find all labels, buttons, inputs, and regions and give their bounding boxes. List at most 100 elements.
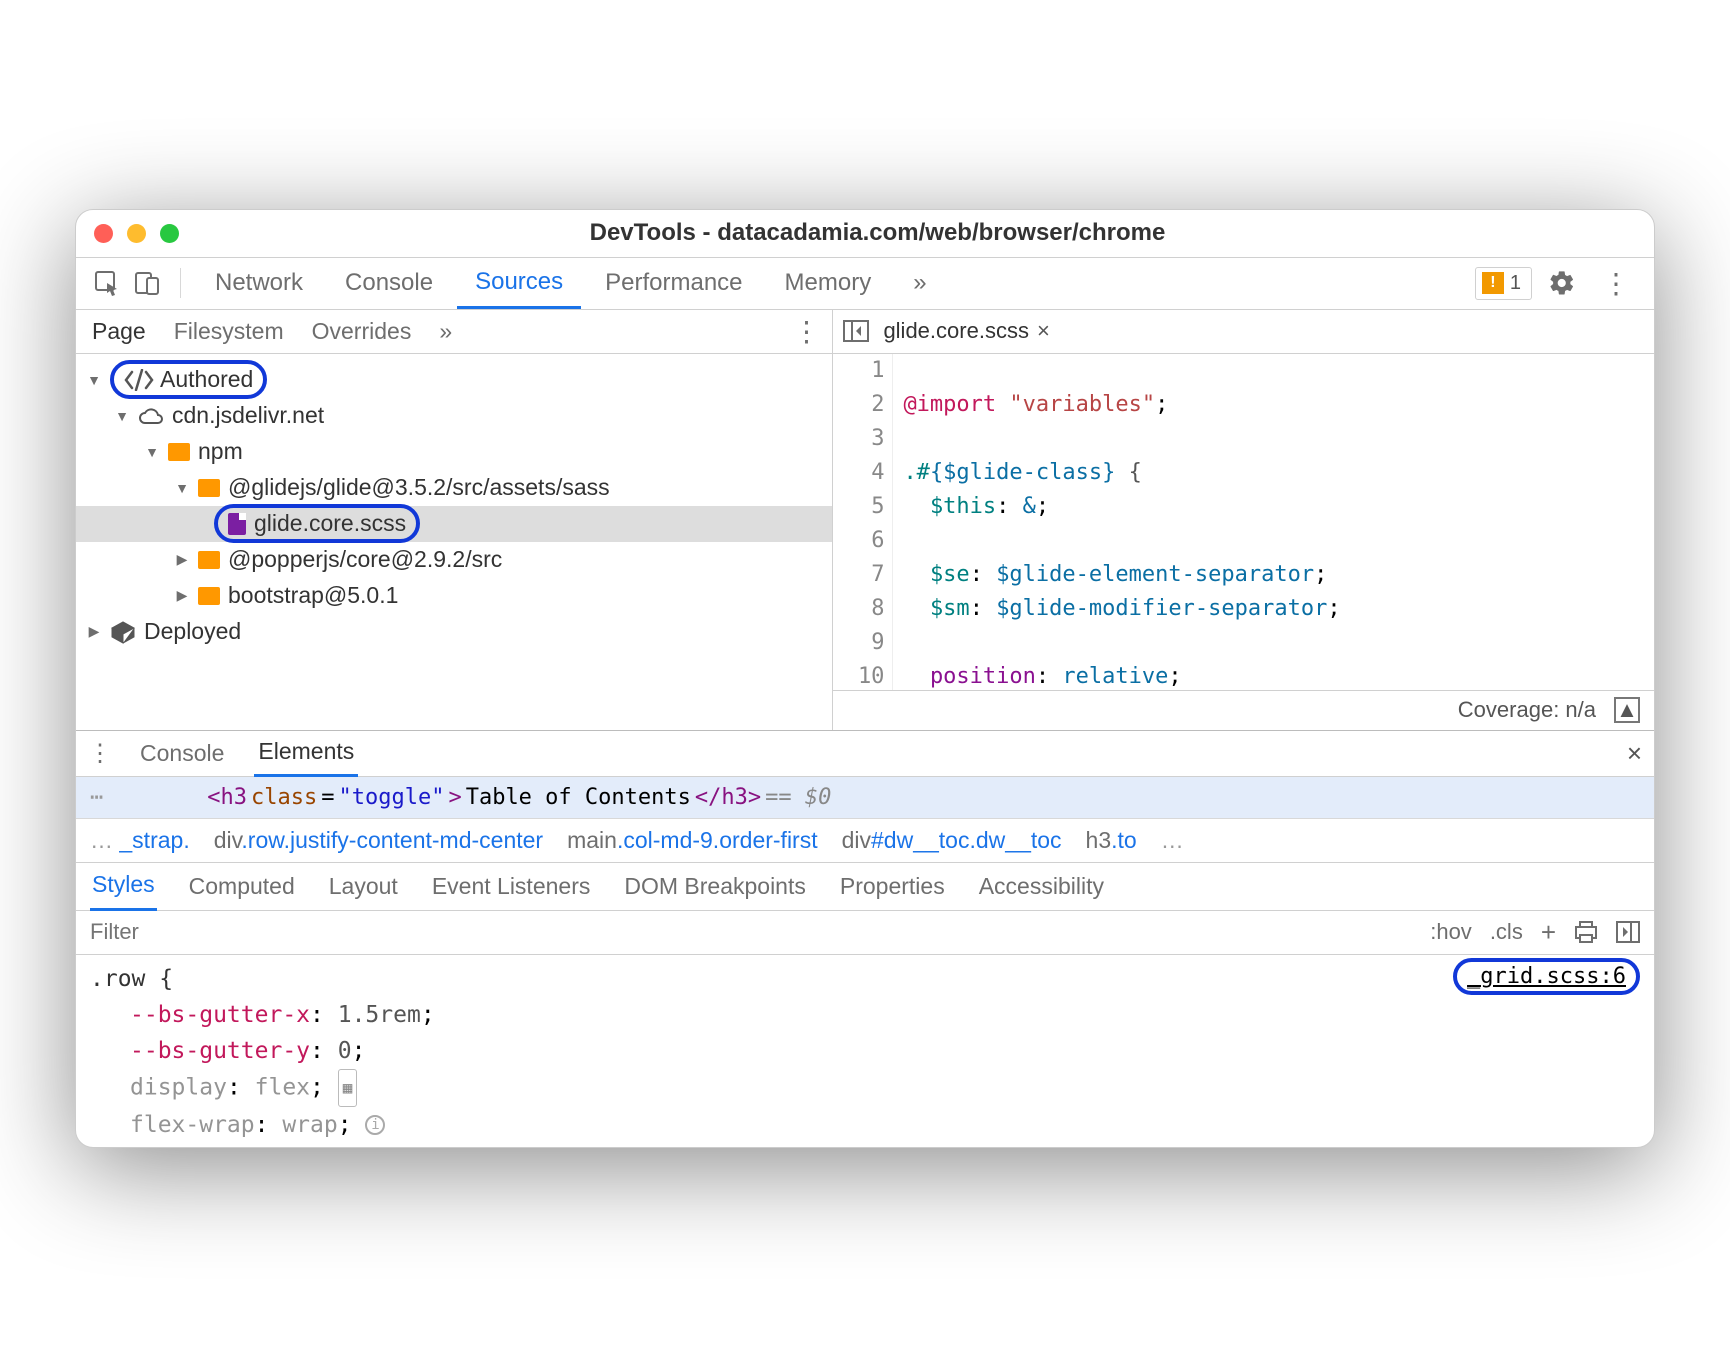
styles-tab-event-listeners[interactable]: Event Listeners bbox=[430, 863, 593, 910]
styles-filter-input[interactable] bbox=[90, 919, 1412, 945]
disclosure-icon bbox=[86, 372, 102, 388]
breadcrumb-item[interactable]: div#dw__toc.dw__toc bbox=[842, 827, 1062, 854]
tree-domain-cdn[interactable]: cdn.jsdelivr.net bbox=[76, 398, 832, 434]
navigator-tab-filesystem[interactable]: Filesystem bbox=[170, 310, 288, 353]
tree-folder-glidejs[interactable]: @glidejs/glide@3.5.2/src/assets/sass bbox=[76, 470, 832, 506]
folder-icon bbox=[198, 551, 220, 569]
toggle-navigator-icon[interactable] bbox=[843, 320, 869, 342]
warnings-badge[interactable]: ! 1 bbox=[1475, 267, 1532, 300]
disclosure-icon bbox=[174, 551, 190, 568]
tab-sources[interactable]: Sources bbox=[457, 258, 581, 309]
drawer-menu-icon[interactable]: ⋮ bbox=[88, 739, 110, 768]
drawer: ⋮ Console Elements × ⋯ <h3 class="toggle… bbox=[76, 730, 1654, 1147]
css-prop-value[interactable]: 1.5rem bbox=[338, 1002, 421, 1028]
close-tab-icon[interactable]: × bbox=[1037, 318, 1050, 344]
breadcrumb-item[interactable]: div.row.justify-content-md-center bbox=[214, 827, 543, 854]
navigator-menu-icon[interactable]: ⋮ bbox=[792, 315, 820, 348]
device-toolbar-icon[interactable] bbox=[130, 266, 164, 300]
popper-label: @popperjs/core@2.9.2/src bbox=[228, 546, 502, 573]
tab-performance[interactable]: Performance bbox=[587, 259, 760, 307]
disclosure-icon bbox=[174, 587, 190, 604]
deployed-label: Deployed bbox=[144, 618, 241, 645]
styles-tab-dom-breakpoints[interactable]: DOM Breakpoints bbox=[622, 863, 808, 910]
inspect-icon[interactable] bbox=[90, 266, 124, 300]
flex-badge-icon[interactable]: ▦ bbox=[338, 1069, 358, 1107]
elements-selected-line[interactable]: ⋯ <h3 class="toggle">Table of Contents</… bbox=[76, 777, 1654, 819]
tab-network[interactable]: Network bbox=[197, 259, 321, 307]
main-toolbar: Network Console Sources Performance Memo… bbox=[76, 258, 1654, 310]
styles-tab-layout[interactable]: Layout bbox=[327, 863, 400, 910]
toggle-sidebar-icon[interactable] bbox=[1616, 921, 1640, 943]
tree-file-glide-core[interactable]: glide.core.scss bbox=[76, 506, 832, 542]
css-prop-name[interactable]: flex-wrap bbox=[130, 1112, 255, 1138]
file-tree: Authored cdn.jsdelivr.net npm @glidejs/ bbox=[76, 354, 832, 658]
titlebar: DevTools - datacadamia.com/web/browser/c… bbox=[76, 210, 1654, 258]
drawer-tab-console[interactable]: Console bbox=[136, 731, 228, 776]
css-prop-name[interactable]: --bs-gutter-y bbox=[130, 1038, 310, 1064]
info-icon[interactable]: i bbox=[365, 1115, 385, 1135]
navigator-tabs-overflow[interactable]: » bbox=[435, 310, 456, 353]
breadcrumb-more[interactable]: … bbox=[1161, 827, 1184, 854]
tree-folder-popper[interactable]: @popperjs/core@2.9.2/src bbox=[76, 542, 832, 578]
code-editor[interactable]: 1234567891011 @import "variables"; .#{$g… bbox=[833, 354, 1654, 690]
navigator-tab-page[interactable]: Page bbox=[88, 310, 150, 353]
drawer-tab-elements[interactable]: Elements bbox=[254, 729, 358, 777]
elements-ellipsis-icon[interactable]: ⋯ bbox=[90, 785, 103, 810]
style-rule[interactable]: _grid.scss:6 .row { --bs-gutter-x: 1.5re… bbox=[76, 955, 1654, 1147]
hov-toggle[interactable]: :hov bbox=[1430, 919, 1472, 945]
file-tab-glide-core[interactable]: glide.core.scss × bbox=[883, 318, 1049, 344]
breadcrumb-item[interactable]: … _strap. bbox=[90, 827, 190, 854]
styles-tabs: Styles Computed Layout Event Listeners D… bbox=[76, 863, 1654, 911]
disclosure-icon bbox=[144, 444, 160, 460]
settings-icon[interactable] bbox=[1538, 269, 1586, 297]
tree-folder-npm[interactable]: npm bbox=[76, 434, 832, 470]
css-prop-value[interactable]: 0 bbox=[338, 1038, 352, 1064]
close-window-button[interactable] bbox=[94, 224, 113, 243]
npm-label: npm bbox=[198, 438, 243, 465]
styles-toolbar: :hov .cls + bbox=[76, 911, 1654, 955]
file-icon bbox=[228, 513, 246, 535]
styles-tab-styles[interactable]: Styles bbox=[90, 861, 157, 911]
warning-icon: ! bbox=[1482, 272, 1504, 294]
tree-folder-bootstrap[interactable]: bootstrap@5.0.1 bbox=[76, 578, 832, 614]
disclosure-icon bbox=[86, 623, 102, 640]
rule-selector: .row { bbox=[90, 961, 1640, 997]
cube-icon bbox=[110, 620, 136, 644]
css-prop-value[interactable]: flex bbox=[255, 1074, 310, 1100]
navigator-pane: Page Filesystem Overrides » ⋮ Authored bbox=[76, 310, 833, 730]
cloud-icon bbox=[138, 406, 164, 426]
elements-breadcrumb: … _strap. div.row.justify-content-md-cen… bbox=[76, 819, 1654, 863]
styles-tab-properties[interactable]: Properties bbox=[838, 863, 947, 910]
css-prop-value[interactable]: wrap bbox=[282, 1112, 337, 1138]
new-style-rule-icon[interactable]: + bbox=[1541, 917, 1556, 948]
tab-console[interactable]: Console bbox=[327, 259, 451, 307]
close-drawer-icon[interactable]: × bbox=[1627, 738, 1642, 769]
styles-tab-accessibility[interactable]: Accessibility bbox=[977, 863, 1106, 910]
styles-tab-computed[interactable]: Computed bbox=[187, 863, 297, 910]
coverage-label: Coverage: n/a bbox=[1458, 697, 1596, 723]
navigator-tab-overrides[interactable]: Overrides bbox=[308, 310, 416, 353]
breadcrumb-item[interactable]: main.col-md-9.order-first bbox=[567, 827, 818, 854]
glide-file-label: glide.core.scss bbox=[254, 510, 406, 537]
css-prop-name[interactable]: display bbox=[130, 1074, 227, 1100]
rule-source-link[interactable]: _grid.scss:6 bbox=[1453, 959, 1640, 995]
devtools-window: DevTools - datacadamia.com/web/browser/c… bbox=[75, 209, 1655, 1148]
disclosure-icon bbox=[174, 480, 190, 496]
window-title: DevTools - datacadamia.com/web/browser/c… bbox=[119, 219, 1636, 247]
folder-icon bbox=[168, 443, 190, 461]
kebab-menu-icon[interactable]: ⋮ bbox=[1592, 267, 1640, 300]
tab-memory[interactable]: Memory bbox=[767, 259, 890, 307]
tree-group-deployed[interactable]: Deployed bbox=[76, 614, 832, 650]
cdn-label: cdn.jsdelivr.net bbox=[172, 402, 324, 429]
bootstrap-label: bootstrap@5.0.1 bbox=[228, 582, 398, 609]
breadcrumb-item[interactable]: h3.to bbox=[1086, 827, 1137, 854]
show-drawer-icon[interactable]: ▲ bbox=[1614, 697, 1640, 723]
tree-group-authored[interactable]: Authored bbox=[76, 362, 832, 398]
glidejs-label: @glidejs/glide@3.5.2/src/assets/sass bbox=[228, 474, 610, 501]
cls-toggle[interactable]: .cls bbox=[1490, 919, 1523, 945]
tabs-overflow[interactable]: » bbox=[895, 259, 944, 307]
css-prop-name[interactable]: --bs-gutter-x bbox=[130, 1002, 310, 1028]
file-tab-label: glide.core.scss bbox=[883, 318, 1029, 344]
code-icon bbox=[124, 369, 154, 391]
device-print-icon[interactable] bbox=[1574, 921, 1598, 943]
